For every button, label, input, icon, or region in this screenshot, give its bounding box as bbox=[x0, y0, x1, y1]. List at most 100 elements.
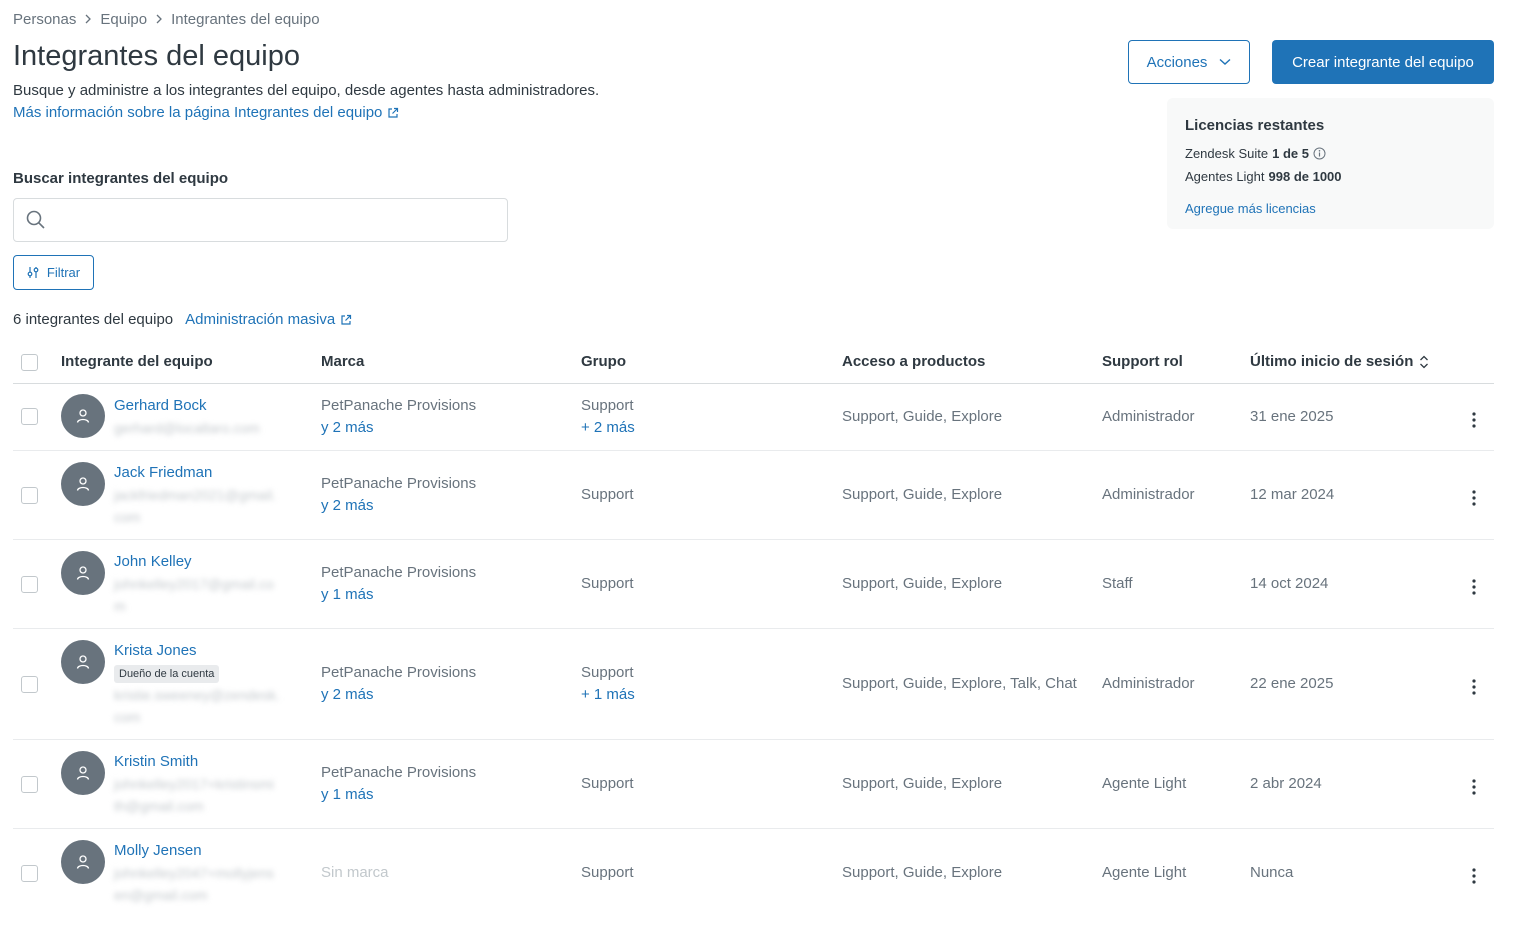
support-role: Agente Light bbox=[1102, 864, 1187, 881]
licenses-title: Licencias restantes bbox=[1185, 117, 1325, 134]
brand-name: PetPanache Provisions bbox=[321, 764, 477, 781]
brand-name: PetPanache Provisions bbox=[321, 564, 477, 581]
chevron-right-icon bbox=[84, 13, 92, 27]
actions-button[interactable]: Acciones bbox=[1128, 40, 1250, 84]
table-row: Krista Jones Dueño de la cuenta kristie.… bbox=[13, 629, 1494, 740]
table-row: Jack Friedman jackfriedman2021@gmail. co… bbox=[13, 451, 1494, 540]
actions-label: Acciones bbox=[1146, 53, 1208, 71]
member-name-link[interactable]: Molly Jensen bbox=[114, 840, 274, 862]
row-checkbox[interactable] bbox=[21, 576, 38, 593]
member-email-cont: en@gmail.com bbox=[114, 887, 208, 903]
member-email: gerhard@localtaro.com bbox=[114, 420, 260, 436]
user-icon bbox=[76, 477, 90, 491]
external-link-icon bbox=[388, 107, 399, 118]
table-row: Molly Jensen johnkelley2047+mollyjens en… bbox=[13, 829, 1494, 918]
group-name: Support bbox=[581, 575, 634, 592]
row-checkbox[interactable] bbox=[21, 487, 38, 504]
product-access: Support, Guide, Explore bbox=[842, 575, 1003, 592]
col-header-last-login[interactable]: Último inicio de sesión bbox=[1250, 353, 1429, 370]
breadcrumb-equipo[interactable]: Equipo bbox=[100, 11, 147, 28]
add-licenses-link[interactable]: Agregue más licencias bbox=[1185, 201, 1476, 216]
group-name: Support bbox=[581, 397, 634, 414]
member-email-cont: com bbox=[114, 509, 141, 525]
product-access: Support, Guide, Explore bbox=[842, 864, 1003, 881]
brand-name: PetPanache Provisions bbox=[321, 475, 477, 492]
avatar bbox=[61, 640, 105, 684]
row-checkbox[interactable] bbox=[21, 776, 38, 793]
filter-label: Filtrar bbox=[46, 265, 81, 280]
brand-more-link[interactable]: y 1 más bbox=[321, 584, 476, 606]
row-checkbox[interactable] bbox=[21, 408, 38, 425]
member-email: kristie.sweeney@zendesk. bbox=[114, 687, 280, 703]
col-header-products: Acceso a productos bbox=[842, 353, 986, 370]
kebab-icon bbox=[1472, 579, 1476, 595]
member-name-link[interactable]: Krista Jones bbox=[114, 640, 280, 662]
filter-button[interactable]: Filtrar bbox=[13, 255, 94, 290]
avatar bbox=[61, 751, 105, 795]
account-owner-badge: Dueño de la cuenta bbox=[114, 665, 220, 683]
member-email: johnkelley2017+kristinsmi bbox=[114, 776, 274, 792]
row-menu-button[interactable] bbox=[1465, 411, 1483, 429]
kebab-icon bbox=[1472, 679, 1476, 695]
brand-more-link[interactable]: y 2 más bbox=[321, 684, 476, 706]
member-email: jackfriedman2021@gmail. bbox=[114, 487, 277, 503]
brand-name: PetPanache Provisions bbox=[321, 397, 477, 414]
select-all-checkbox[interactable] bbox=[21, 354, 38, 371]
last-login: 2 abr 2024 bbox=[1250, 775, 1322, 792]
member-email-cont: com bbox=[114, 709, 141, 725]
page-description: Busque y administre a los integrantes de… bbox=[13, 82, 600, 99]
sort-icon bbox=[1420, 355, 1429, 368]
user-icon bbox=[76, 855, 90, 869]
brand-more-link[interactable]: y 2 más bbox=[321, 495, 476, 517]
row-menu-button[interactable] bbox=[1465, 489, 1483, 507]
group-name: Support bbox=[581, 664, 634, 681]
create-team-member-button[interactable]: Crear integrante del equipo bbox=[1272, 40, 1494, 84]
avatar bbox=[61, 840, 105, 884]
row-menu-button[interactable] bbox=[1465, 578, 1483, 596]
product-access: Support, Guide, Explore bbox=[842, 408, 1003, 425]
member-email: johnkelley2047+mollyjens bbox=[114, 865, 274, 881]
row-menu-button[interactable] bbox=[1465, 778, 1483, 796]
learn-more-link[interactable]: Más información sobre la página Integran… bbox=[13, 104, 399, 121]
search-icon bbox=[26, 210, 45, 229]
chevron-right-icon bbox=[155, 13, 163, 27]
license-row-light: Agentes Light 998 de 1000 bbox=[1185, 169, 1342, 184]
group-name: Support bbox=[581, 864, 634, 881]
row-checkbox[interactable] bbox=[21, 865, 38, 882]
breadcrumb: Personas Equipo Integrantes del equipo bbox=[13, 11, 320, 28]
row-checkbox[interactable] bbox=[21, 676, 38, 693]
member-email-cont: th@gmail.com bbox=[114, 798, 204, 814]
row-menu-button[interactable] bbox=[1465, 867, 1483, 885]
member-name-link[interactable]: Kristin Smith bbox=[114, 751, 274, 773]
support-role: Agente Light bbox=[1102, 775, 1187, 792]
member-name-link[interactable]: Gerhard Bock bbox=[114, 395, 260, 417]
member-name-link[interactable]: Jack Friedman bbox=[114, 462, 276, 484]
license-row-suite: Zendesk Suite 1 de 5 bbox=[1185, 146, 1476, 161]
col-header-member: Integrante del equipo bbox=[61, 353, 213, 370]
user-icon bbox=[76, 655, 90, 669]
group-more-link[interactable]: + 1 más bbox=[581, 684, 635, 706]
support-role: Administrador bbox=[1102, 675, 1195, 692]
breadcrumb-current: Integrantes del equipo bbox=[171, 11, 320, 28]
info-icon[interactable] bbox=[1313, 147, 1326, 160]
table-row: Gerhard Bock gerhard@localtaro.com PetPa… bbox=[13, 384, 1494, 451]
table-header: Integrante del equipo Marca Grupo Acceso… bbox=[13, 341, 1494, 384]
bulk-admin-link[interactable]: Administración masiva bbox=[185, 311, 352, 328]
col-header-brand: Marca bbox=[321, 353, 365, 370]
product-access: Support, Guide, Explore bbox=[842, 775, 1003, 792]
last-login: 22 ene 2025 bbox=[1250, 675, 1334, 692]
user-icon bbox=[76, 766, 90, 780]
search-input[interactable] bbox=[56, 211, 507, 229]
user-icon bbox=[76, 566, 90, 580]
learn-more-label: Más información sobre la página Integran… bbox=[13, 104, 383, 121]
support-role: Administrador bbox=[1102, 408, 1195, 425]
member-name-link[interactable]: John Kelley bbox=[114, 551, 274, 573]
licenses-panel: Licencias restantes Zendesk Suite 1 de 5… bbox=[1167, 98, 1494, 229]
row-menu-button[interactable] bbox=[1465, 678, 1483, 696]
brand-more-link[interactable]: y 2 más bbox=[321, 417, 476, 439]
search-field[interactable] bbox=[13, 198, 508, 242]
brand-more-link[interactable]: y 1 más bbox=[321, 784, 476, 806]
group-more-link[interactable]: + 2 más bbox=[581, 417, 635, 439]
breadcrumb-personas[interactable]: Personas bbox=[13, 11, 76, 28]
external-link-icon bbox=[341, 314, 352, 325]
